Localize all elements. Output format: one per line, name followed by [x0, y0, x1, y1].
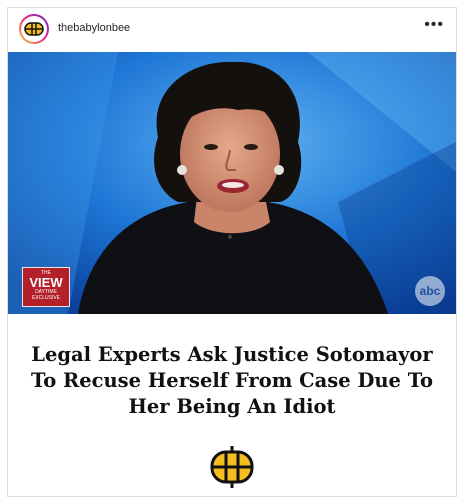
- instagram-post: thebabylonbee ••• THE VIEW DAYTIME EXCLU…: [7, 7, 457, 497]
- avatar-image: [21, 16, 47, 42]
- babylon-bee-avatar-icon: [24, 22, 44, 36]
- badge-line-4: EXCLUSIVE: [31, 295, 61, 301]
- the-view-badge: THE VIEW DAYTIME EXCLUSIVE: [22, 267, 70, 307]
- post-header: thebabylonbee •••: [8, 8, 456, 52]
- username[interactable]: thebabylonbee: [58, 22, 130, 34]
- badge-line-2: VIEW: [29, 275, 63, 290]
- babylon-bee-logo-icon: [210, 446, 254, 488]
- post-photo[interactable]: THE VIEW DAYTIME EXCLUSIVE abc: [8, 52, 456, 314]
- abc-logo: abc: [415, 276, 445, 306]
- abc-logo-text: abc: [419, 284, 441, 298]
- post-caption-card: Legal Experts Ask Justice Sotomayor To R…: [8, 314, 456, 496]
- article-headline: Legal Experts Ask Justice Sotomayor To R…: [30, 343, 434, 418]
- sotomayor-photo-image: [8, 52, 456, 314]
- more-options-icon[interactable]: •••: [424, 16, 444, 34]
- avatar[interactable]: [19, 14, 49, 44]
